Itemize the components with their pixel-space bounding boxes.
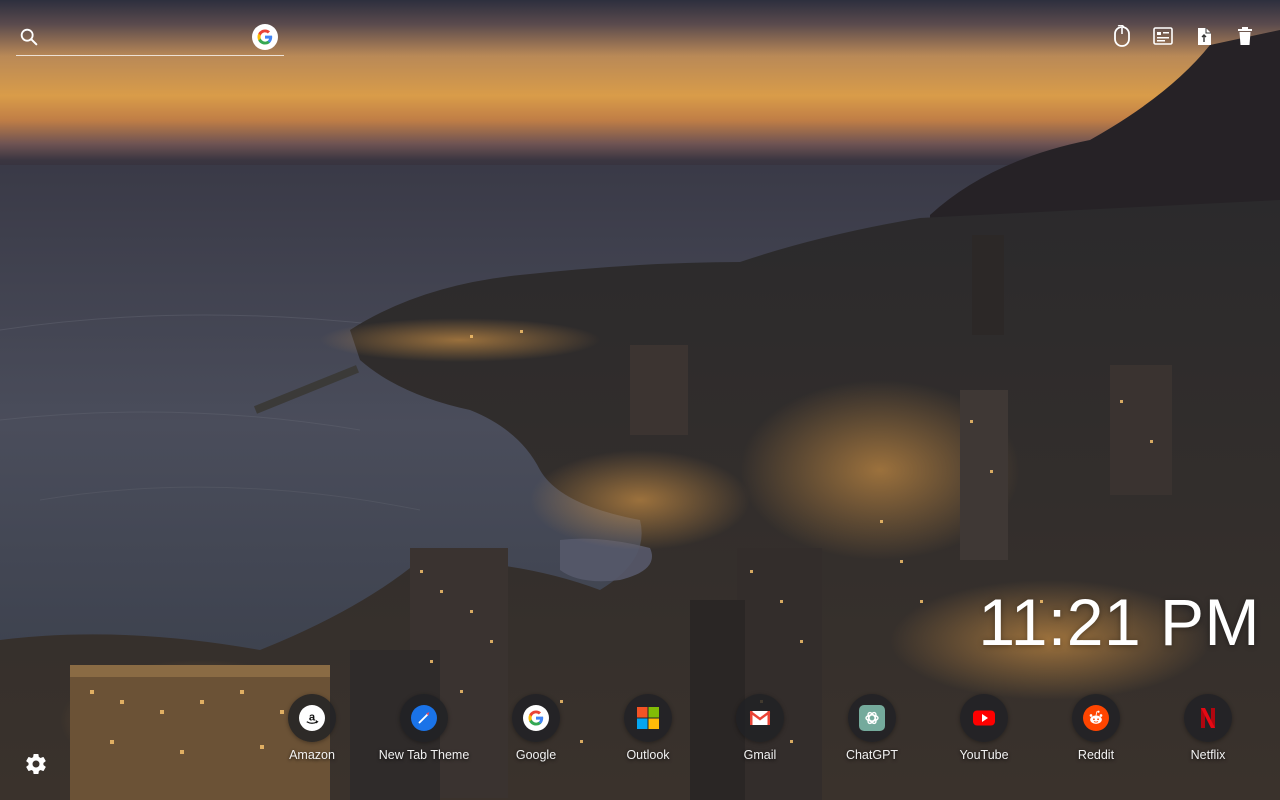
settings-button[interactable] [24, 752, 48, 776]
svg-text:a: a [309, 711, 316, 723]
gmail-icon [747, 705, 773, 731]
shortcut-label: Google [515, 748, 557, 762]
shortcut-label: YouTube [959, 748, 1009, 762]
shortcut-dock: a Amazon New Tab Theme Google Outlook Gm… [256, 694, 1264, 762]
shortcut-chatgpt[interactable]: ChatGPT [816, 694, 928, 762]
shortcut-outlook[interactable]: Outlook [592, 694, 704, 762]
shortcut-tile[interactable]: a [288, 694, 336, 742]
new-tab-theme-icon [411, 705, 437, 731]
trash-icon[interactable] [1234, 24, 1256, 48]
search-engine-button[interactable] [252, 24, 278, 50]
shortcut-amazon[interactable]: a Amazon [256, 694, 368, 762]
reddit-icon [1083, 705, 1109, 731]
shortcut-label: Amazon [289, 748, 335, 762]
shortcut-tile[interactable] [1184, 694, 1232, 742]
shortcut-tile[interactable] [624, 694, 672, 742]
shortcut-label: Netflix [1190, 748, 1226, 762]
mouse-icon[interactable] [1111, 24, 1133, 48]
clipboard-icon[interactable] [1193, 24, 1215, 48]
google-icon [257, 29, 273, 45]
google-icon [523, 705, 549, 731]
shortcut-label: Outlook [626, 748, 670, 762]
chatgpt-icon [859, 705, 885, 731]
shortcut-netflix[interactable]: Netflix [1152, 694, 1264, 762]
shortcut-new-tab-theme[interactable]: New Tab Theme [368, 694, 480, 762]
shortcut-youtube[interactable]: YouTube [928, 694, 1040, 762]
shortcut-tile[interactable] [512, 694, 560, 742]
search-input[interactable] [46, 26, 242, 50]
youtube-icon [971, 705, 997, 731]
shortcut-google[interactable]: Google [480, 694, 592, 762]
shortcut-tile[interactable] [960, 694, 1008, 742]
shortcut-tile[interactable] [1072, 694, 1120, 742]
shortcut-label: Reddit [1077, 748, 1115, 762]
amazon-icon: a [299, 705, 325, 731]
shortcut-label: New Tab Theme [378, 748, 470, 762]
shortcut-tile[interactable] [400, 694, 448, 742]
shortcut-label: Gmail [743, 748, 777, 762]
clock: 11:21 PM [978, 585, 1260, 659]
shortcut-tile[interactable] [848, 694, 896, 742]
search-bar [16, 22, 284, 56]
shortcut-gmail[interactable]: Gmail [704, 694, 816, 762]
shortcut-reddit[interactable]: Reddit [1040, 694, 1152, 762]
netflix-icon [1195, 705, 1221, 731]
outlook-icon [635, 705, 661, 731]
screenshot-icon[interactable] [1152, 24, 1174, 48]
wallpaper-city-scene [0, 30, 1280, 800]
wallpaper [0, 0, 1280, 800]
search-icon[interactable] [18, 26, 40, 48]
top-toolbar [1111, 24, 1256, 48]
shortcut-label: ChatGPT [845, 748, 899, 762]
gear-icon [26, 754, 46, 775]
shortcut-tile[interactable] [736, 694, 784, 742]
